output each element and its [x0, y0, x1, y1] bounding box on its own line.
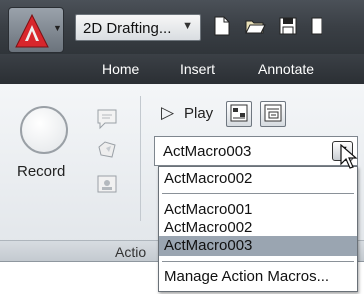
- tab-home[interactable]: Home: [102, 61, 139, 77]
- macro-manager-icon: [264, 104, 282, 122]
- workspace-selector[interactable]: 2D Drafting... ▼: [75, 14, 201, 41]
- play-icon: ▷: [161, 103, 175, 122]
- application-menu-button[interactable]: ▼: [8, 7, 64, 53]
- dropdown-separator: [162, 193, 354, 194]
- autocad-logo-icon: [15, 13, 49, 48]
- save-icon[interactable]: [277, 15, 299, 37]
- chevron-down-icon: ▼: [53, 23, 62, 33]
- base-point-icon[interactable]: [96, 173, 118, 195]
- manage-action-macros-item[interactable]: Manage Action Macros...: [159, 267, 357, 287]
- preferences-icon: [230, 104, 248, 122]
- dropdown-item[interactable]: ActMacro002: [159, 218, 357, 238]
- open-folder-icon[interactable]: [244, 15, 266, 37]
- action-macro-dropdown-list: ActMacro002 ActMacro001 ActMacro002 ActM…: [158, 166, 358, 292]
- dropdown-item[interactable]: ActMacro001: [159, 200, 357, 220]
- action-macro-combobox[interactable]: ActMacro003 ▼: [154, 136, 358, 166]
- title-bar: ▼ 2D Drafting... ▼: [0, 0, 364, 54]
- action-macro-combobox-value: ActMacro003: [163, 143, 252, 160]
- dropdown-item-selected[interactable]: ActMacro003: [159, 236, 357, 256]
- chevron-down-icon: ▼: [338, 144, 349, 156]
- app-window: ▼ 2D Drafting... ▼ Home Insert Annotate: [0, 0, 364, 294]
- play-button[interactable]: ▷ Play: [160, 103, 218, 125]
- panel-divider: [140, 96, 141, 221]
- macro-manager-button[interactable]: [260, 101, 286, 127]
- dropdown-separator: [162, 261, 354, 262]
- dropdown-item-recent[interactable]: ActMacro002: [159, 169, 357, 189]
- preferences-button[interactable]: [226, 101, 252, 127]
- record-label: Record: [17, 163, 66, 180]
- ribbon-tabs: Home Insert Annotate: [0, 54, 364, 84]
- record-button[interactable]: [20, 106, 68, 154]
- panel-title: Actio: [115, 244, 147, 260]
- message-icon[interactable]: [96, 108, 118, 130]
- more-tools-icon[interactable]: [310, 15, 322, 37]
- tab-insert[interactable]: Insert: [180, 61, 215, 77]
- workspace-selector-value: 2D Drafting...: [83, 20, 172, 37]
- combobox-dropdown-button[interactable]: ▼: [332, 141, 353, 161]
- new-file-icon[interactable]: [211, 15, 233, 37]
- tab-annotate[interactable]: Annotate: [258, 61, 314, 77]
- play-label: Play: [184, 105, 214, 122]
- request-input-icon[interactable]: [96, 139, 118, 161]
- chevron-down-icon: ▼: [182, 20, 193, 32]
